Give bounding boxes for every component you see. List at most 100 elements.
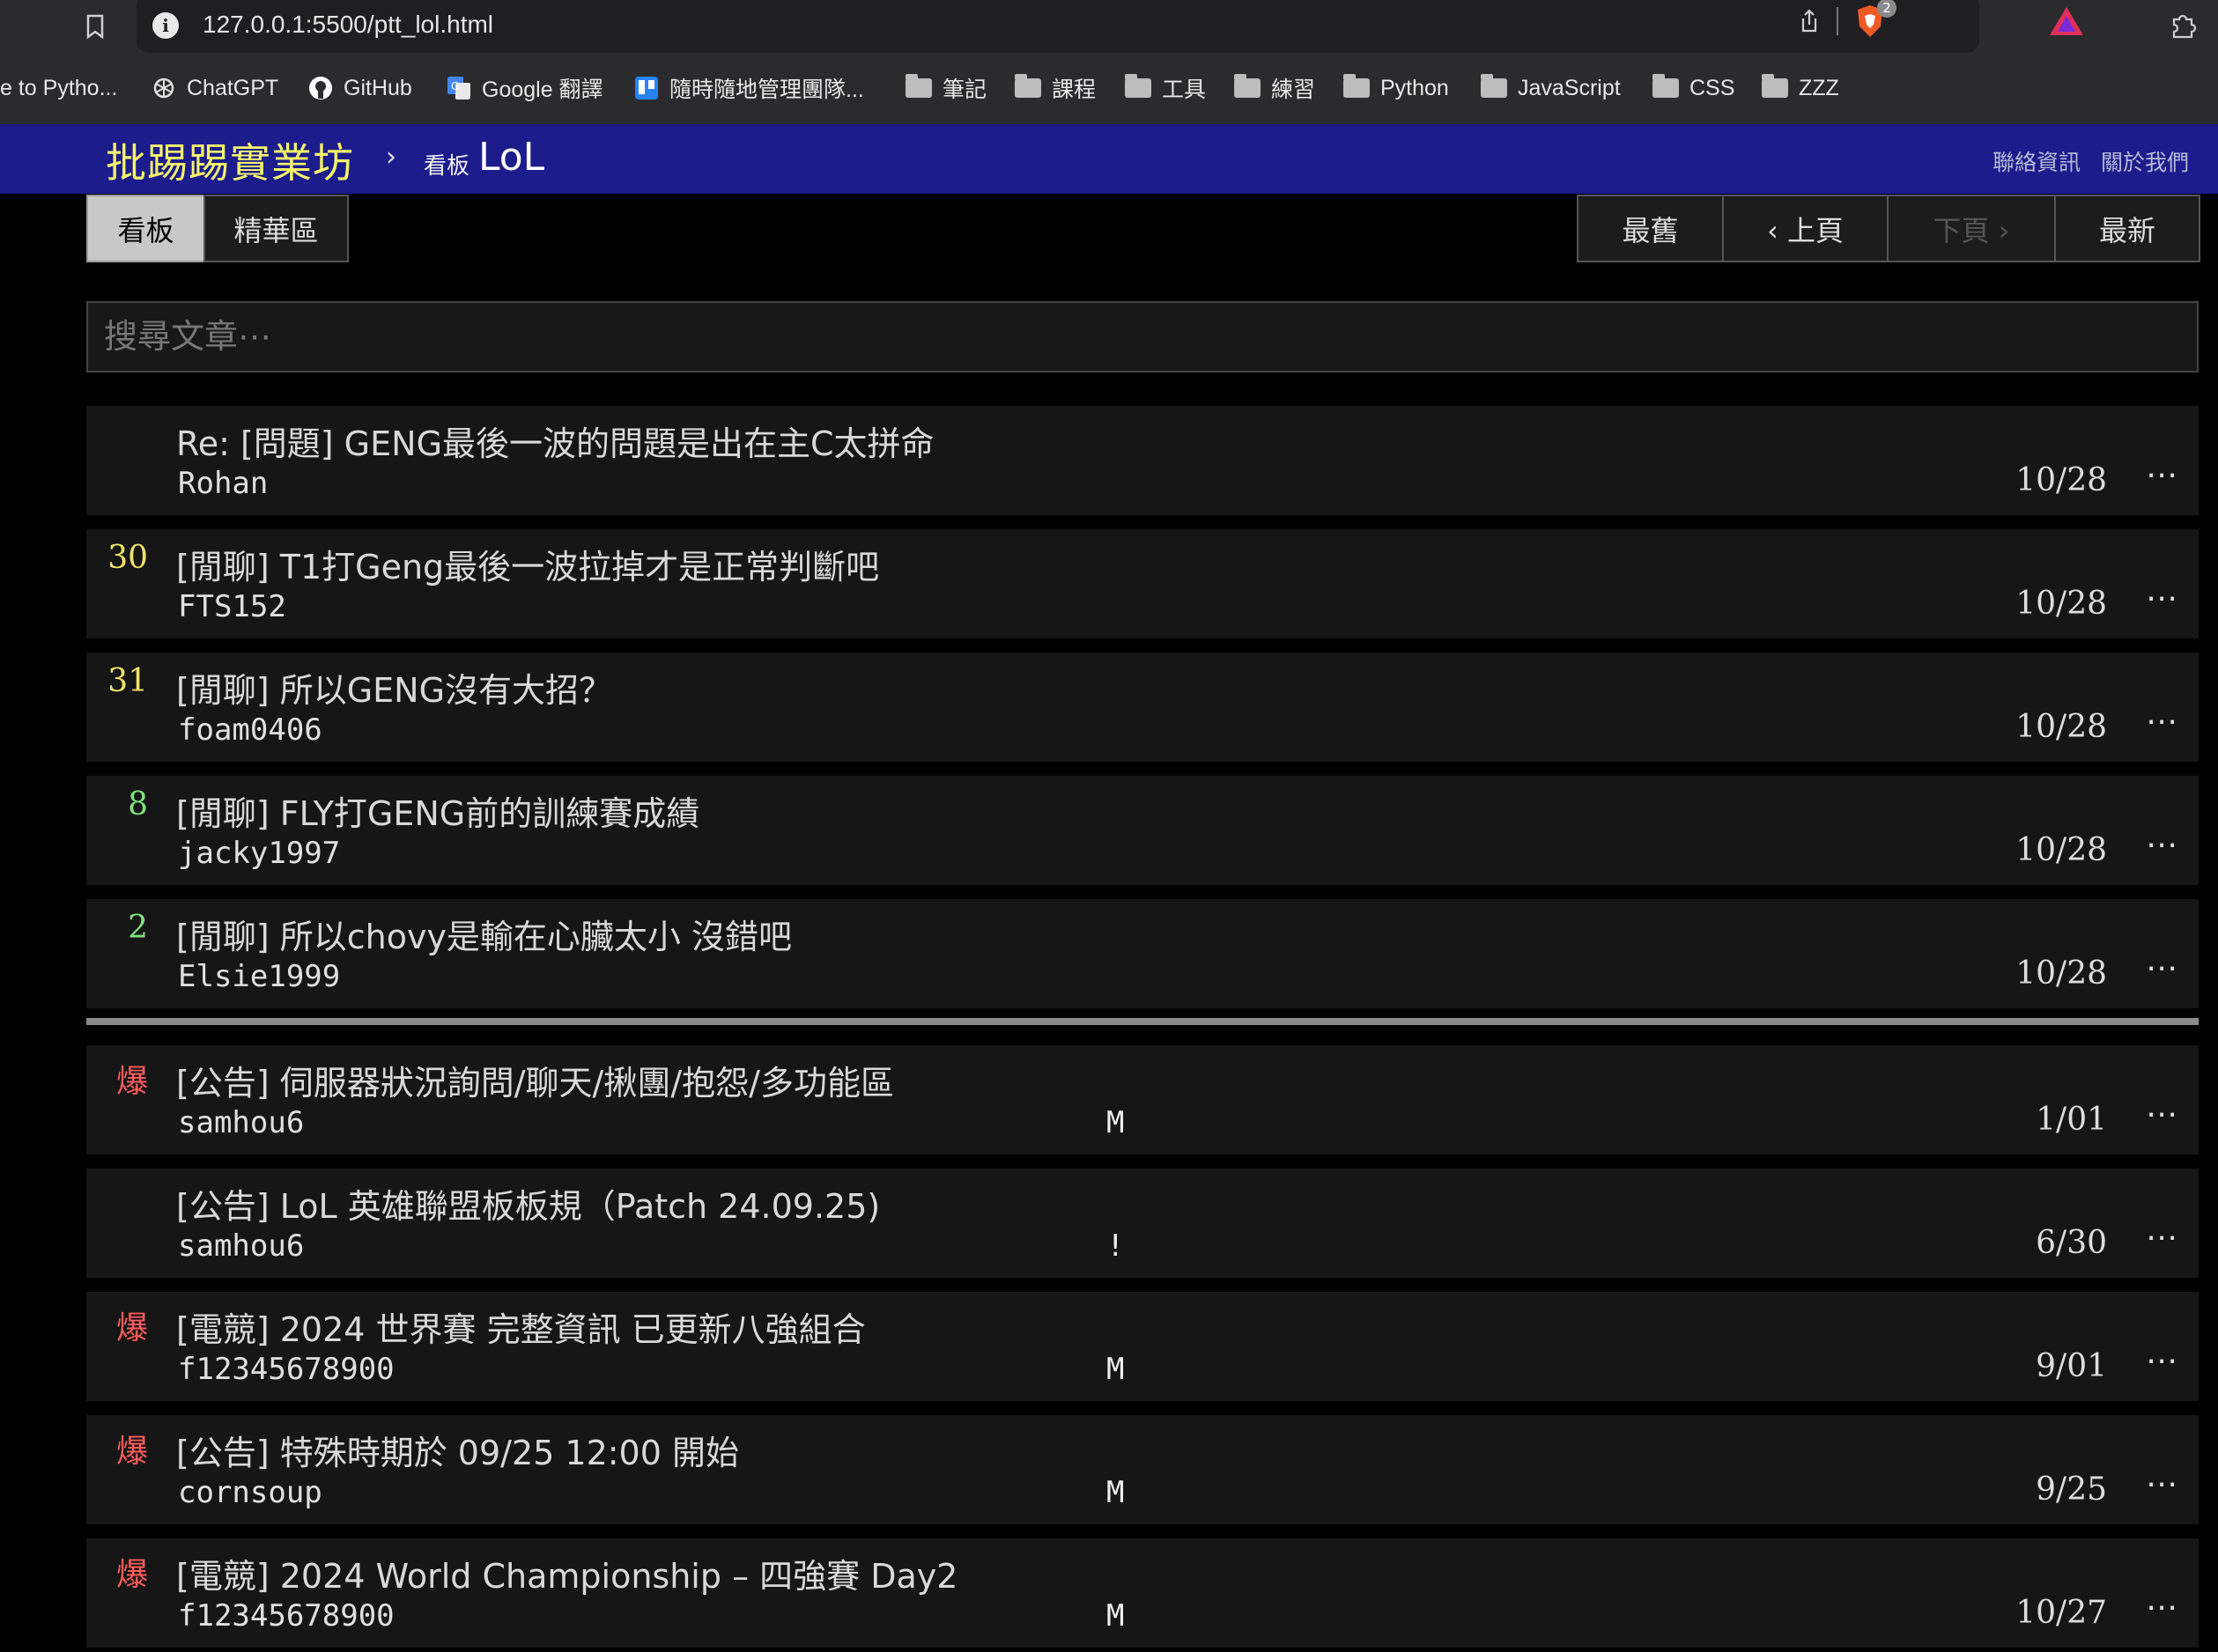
- oldest-button[interactable]: 最舊: [1577, 195, 1724, 262]
- bookmark-folder-css[interactable]: CSS: [1652, 65, 1734, 111]
- bookmark-folder-notes[interactable]: 筆記: [906, 65, 987, 111]
- folder-icon: [1343, 74, 1370, 98]
- more-options-icon[interactable]: ⋯: [2146, 580, 2177, 616]
- post-author: samhou6: [178, 1228, 305, 1264]
- bookmark-folder-courses[interactable]: 課程: [1015, 65, 1096, 111]
- pinned-post-row[interactable]: 爆 [電競] 2024 世界賽 完整資訊 已更新八強組合 f1234567890…: [86, 1292, 2199, 1401]
- post-title[interactable]: [電競] 2024 世界賽 完整資訊 已更新八強組合: [176, 1302, 866, 1351]
- post-row[interactable]: 8 [閒聊] FLY打GENG前的訓練賽成績 jacky1997 10/28 ⋯: [86, 776, 2199, 885]
- breadcrumb-board-name[interactable]: LoL: [478, 135, 544, 180]
- pinned-post-row[interactable]: [公告] LoL 英雄聯盟板板規（Patch 24.09.25) samhou6…: [86, 1169, 2199, 1278]
- post-date: 10/28: [2015, 955, 2107, 992]
- bookmark-label: ChatGPT: [187, 75, 279, 100]
- folder-icon: [1015, 74, 1041, 98]
- folder-icon: [1762, 74, 1788, 98]
- post-mark: !: [1106, 1228, 1125, 1264]
- post-title[interactable]: [電競] 2024 World Championship – 四強賽 Day2: [176, 1549, 957, 1597]
- newest-button[interactable]: 最新: [2054, 195, 2200, 262]
- post-title[interactable]: Re: [問題] GENG最後一波的問題是出在主C太拼命: [176, 417, 935, 465]
- folder-icon: [1481, 74, 1507, 98]
- recommend-count: 30: [107, 540, 148, 576]
- bookmark-chatgpt[interactable]: ChatGPT: [152, 65, 278, 111]
- about-link[interactable]: 關於我們: [2101, 145, 2189, 177]
- brave-rewards-icon[interactable]: [2048, 5, 2085, 37]
- post-title[interactable]: [閒聊] FLY打GENG前的訓練賽成績: [176, 786, 699, 835]
- more-options-icon[interactable]: ⋯: [2146, 704, 2177, 740]
- bookmark-icon[interactable]: [79, 11, 111, 42]
- post-row[interactable]: 31 [閒聊] 所以GENG沒有大招？ foam0406 10/28 ⋯: [86, 653, 2199, 762]
- more-options-icon[interactable]: ⋯: [2146, 1466, 2177, 1502]
- post-title[interactable]: [公告] 特殊時期於 09/25 12:00 開始: [176, 1426, 739, 1474]
- more-options-icon[interactable]: ⋯: [2146, 457, 2177, 493]
- breadcrumb-arrow: ›: [386, 142, 396, 173]
- post-title[interactable]: [公告] LoL 英雄聯盟板板規（Patch 24.09.25): [176, 1179, 880, 1228]
- bookmark-folder-javascript[interactable]: JavaScript: [1481, 65, 1621, 111]
- folder-icon: [1652, 74, 1679, 98]
- tab-digest[interactable]: 精華區: [203, 195, 349, 262]
- bookmark-folder-tools[interactable]: 工具: [1125, 65, 1206, 111]
- bookmark-google-translate[interactable]: G Google 翻譯: [447, 65, 603, 111]
- google-translate-icon: G: [447, 77, 470, 100]
- more-options-icon[interactable]: ⋯: [2146, 1589, 2177, 1626]
- chatgpt-icon: [153, 77, 174, 99]
- more-options-icon[interactable]: ⋯: [2146, 1096, 2177, 1132]
- browser-chrome: i 127.0.0.1:5500/ptt_lol.html 2 e to Pyt…: [0, 0, 2218, 124]
- bookmark-label: 工具: [1162, 77, 1207, 102]
- recommend-count: 2: [128, 910, 148, 946]
- pinned-post-row[interactable]: 爆 [公告] 特殊時期於 09/25 12:00 開始 cornsoup M 9…: [86, 1415, 2199, 1524]
- post-row[interactable]: 2 [閒聊] 所以chovy是輸在心臟太小 沒錯吧 Elsie1999 10/2…: [86, 899, 2199, 1008]
- tab-board[interactable]: 看板: [86, 195, 205, 262]
- search-input[interactable]: 搜尋文章⋯: [86, 301, 2199, 372]
- post-title[interactable]: [閒聊] T1打Geng最後一波拉掉才是正常判斷吧: [176, 540, 879, 588]
- bookmark-label: 筆記: [943, 77, 987, 102]
- post-title[interactable]: [公告] 伺服器狀況詢問/聊天/揪團/抱怨/多功能區: [176, 1056, 894, 1104]
- post-date: 1/01: [2036, 1102, 2107, 1138]
- post-author: cornsoup: [178, 1475, 322, 1510]
- bookmark-folder-zzz[interactable]: ZZZ: [1762, 65, 1839, 111]
- post-author: FTS152: [178, 589, 286, 624]
- site-info-icon[interactable]: i: [152, 12, 179, 39]
- recommend-count: 爆: [115, 1064, 148, 1100]
- bookmark-folder-practice[interactable]: 練習: [1234, 65, 1315, 111]
- more-options-icon[interactable]: ⋯: [2146, 827, 2177, 863]
- post-author: Rohan: [178, 466, 269, 501]
- pinned-post-row[interactable]: 爆 [電競] 2024 World Championship – 四強賽 Day…: [86, 1538, 2199, 1648]
- bookmark-label: 練習: [1271, 77, 1316, 102]
- site-title-link[interactable]: 批踢踢實業坊: [106, 131, 354, 189]
- folder-icon: [1234, 74, 1261, 98]
- post-date: 10/28: [2015, 832, 2107, 868]
- pinned-divider: [86, 1018, 2199, 1025]
- post-author: jacky1997: [178, 836, 341, 871]
- post-date: 9/25: [2036, 1471, 2107, 1508]
- url-text[interactable]: 127.0.0.1:5500/ptt_lol.html: [203, 11, 493, 39]
- recommend-count: 爆: [115, 1310, 148, 1346]
- contact-link[interactable]: 聯絡資訊: [1993, 145, 2081, 177]
- extensions-puzzle-icon[interactable]: [2167, 11, 2199, 42]
- more-options-icon[interactable]: ⋯: [2146, 950, 2177, 986]
- post-row[interactable]: Re: [問題] GENG最後一波的問題是出在主C太拼命 Rohan 10/28…: [86, 406, 2199, 515]
- post-title[interactable]: [閒聊] 所以chovy是輸在心臟太小 沒錯吧: [176, 910, 792, 958]
- more-options-icon[interactable]: ⋯: [2146, 1220, 2177, 1256]
- more-options-icon[interactable]: ⋯: [2146, 1343, 2177, 1379]
- post-title[interactable]: [閒聊] 所以GENG沒有大招？: [176, 663, 612, 712]
- address-bar[interactable]: i 127.0.0.1:5500/ptt_lol.html 2: [137, 0, 2083, 53]
- bookmark-trello[interactable]: 隨時隨地管理團隊...: [634, 65, 864, 111]
- github-icon: [309, 77, 332, 100]
- bookmark-python-tutorial[interactable]: e to Pytho...: [0, 65, 117, 111]
- post-mark: M: [1106, 1352, 1125, 1387]
- bookmark-folder-python[interactable]: Python: [1343, 65, 1449, 111]
- post-date: 9/01: [2036, 1348, 2107, 1384]
- post-row[interactable]: 30 [閒聊] T1打Geng最後一波拉掉才是正常判斷吧 FTS152 10/2…: [86, 529, 2199, 638]
- share-icon[interactable]: [1795, 7, 1823, 35]
- folder-icon: [1125, 74, 1151, 98]
- bookmark-label: JavaScript: [1518, 75, 1621, 100]
- post-mark: M: [1106, 1598, 1125, 1634]
- recommend-count: 爆: [115, 1557, 148, 1593]
- breadcrumb-board-label[interactable]: 看板: [424, 148, 469, 181]
- prev-page-button[interactable]: ‹ 上頁: [1722, 195, 1889, 262]
- post-author: samhou6: [178, 1105, 305, 1140]
- post-mark: M: [1106, 1105, 1125, 1140]
- bookmark-github[interactable]: GitHub: [308, 65, 412, 111]
- pinned-post-row[interactable]: 爆 [公告] 伺服器狀況詢問/聊天/揪團/抱怨/多功能區 samhou6 M 1…: [86, 1045, 2199, 1154]
- bookmark-label: 隨時隨地管理團隊...: [669, 77, 864, 102]
